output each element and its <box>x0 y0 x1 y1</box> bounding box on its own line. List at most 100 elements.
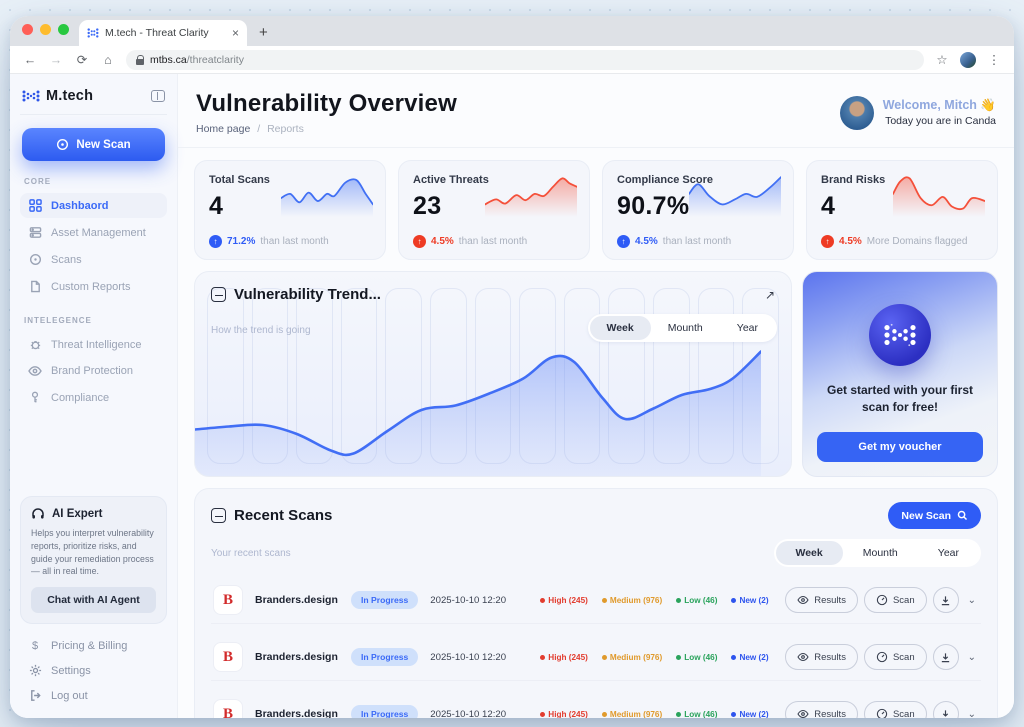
url-host: mtbs.ca <box>150 54 187 66</box>
chevron-down-icon[interactable]: ⌄ <box>965 709 979 719</box>
scan-row: B Branders.design In Progress 2025-10-10… <box>211 634 981 681</box>
stat-card-compliance-score[interactable]: Compliance Score 90.7% ↑ 4.5%than last m… <box>602 160 794 260</box>
download-button[interactable] <box>933 644 959 670</box>
tab-month[interactable]: Mounth <box>843 541 918 565</box>
tab-week[interactable]: Week <box>776 541 843 565</box>
welcome-text: Welcome, Mitch <box>883 98 977 112</box>
chevron-down-icon[interactable]: ⌄ <box>965 595 979 606</box>
chat-with-ai-button[interactable]: Chat with AI Agent <box>31 587 156 613</box>
browser-profile-avatar[interactable] <box>960 52 976 68</box>
close-window-button[interactable] <box>22 24 33 35</box>
arrow-up-icon: ↑ <box>821 235 834 248</box>
site-name: Branders.design <box>255 708 351 718</box>
section-icon <box>211 287 226 302</box>
sidebar-item-logout[interactable]: Log out <box>20 683 167 708</box>
download-icon <box>940 652 951 663</box>
severity-new: New (2) <box>731 596 768 605</box>
home-icon[interactable]: ⌂ <box>100 53 116 67</box>
eye-icon <box>797 709 809 718</box>
sidebar-item-settings[interactable]: Settings <box>20 658 167 683</box>
wave-emoji: 👋 <box>980 98 996 112</box>
location-text: Today you are in Canda <box>883 115 996 127</box>
results-button[interactable]: Results <box>785 701 858 718</box>
ai-expert-card: AI Expert Helps you interpret vulnerabil… <box>20 496 167 624</box>
tab-year[interactable]: Year <box>918 541 979 565</box>
gauge-icon <box>876 708 888 718</box>
gauge-icon <box>876 651 888 663</box>
scan-date: 2025-10-10 12:20 <box>430 595 522 606</box>
browser-tab[interactable]: M.tech - Threat Clarity × <box>79 20 247 46</box>
sidebar-item-scans[interactable]: Scans <box>20 247 167 272</box>
sidebar-item-pricing-billing[interactable]: $ Pricing & Billing <box>20 634 167 658</box>
compliance-score-sparkline <box>689 175 781 217</box>
favicon-icon <box>87 27 99 39</box>
forward-icon[interactable]: → <box>48 53 64 67</box>
eye-icon <box>797 595 809 605</box>
active-threats-sparkline <box>485 175 577 217</box>
section-icon <box>211 508 226 523</box>
ai-expert-description: Helps you interpret vulnerability report… <box>31 527 156 578</box>
chevron-down-icon[interactable]: ⌄ <box>965 652 979 663</box>
download-button[interactable] <box>933 587 959 613</box>
mtech-orb-logo-icon <box>869 304 931 366</box>
eye-icon <box>797 652 809 662</box>
user-avatar[interactable] <box>840 96 874 130</box>
site-logo: B <box>213 642 243 672</box>
brand-risks-sparkline <box>893 175 985 217</box>
breadcrumb-home[interactable]: Home page <box>196 123 250 135</box>
sidebar-item-threat-intelligence[interactable]: Threat Intelligence <box>20 332 167 357</box>
section-label-intelligence: INTELEGENCE <box>24 316 163 325</box>
new-scan-button[interactable]: New Scan <box>22 128 165 161</box>
scan-row: B Branders.design In Progress 2025-10-10… <box>211 577 981 624</box>
new-scan-button-secondary[interactable]: New Scan <box>888 502 981 529</box>
minimize-window-button[interactable] <box>40 24 51 35</box>
reload-icon[interactable]: ⟳ <box>74 52 90 67</box>
scan-button[interactable]: Scan <box>864 701 927 718</box>
get-voucher-button[interactable]: Get my voucher <box>817 432 983 462</box>
severity-high: High (245) <box>540 710 588 719</box>
scan-button[interactable]: Scan <box>864 644 927 670</box>
stat-card-active-threats[interactable]: Active Threats 23 ↑ 4.5%than last month <box>398 160 590 260</box>
headphones-icon <box>31 507 45 520</box>
lock-icon <box>136 55 144 65</box>
browser-address-bar: ← → ⟳ ⌂ mtbs.ca/threatclarity ☆ ⋮ <box>10 46 1014 74</box>
site-logo: B <box>213 699 243 718</box>
sidebar-item-compliance[interactable]: Compliance <box>20 385 167 410</box>
recent-period-tabs: Week Mounth Year <box>774 539 982 567</box>
back-icon[interactable]: ← <box>22 53 38 67</box>
main-content: Vulnerability Overview Home page / Repor… <box>178 74 1014 718</box>
severity-new: New (2) <box>731 710 768 719</box>
expand-icon[interactable]: ↗ <box>765 288 775 302</box>
new-tab-button[interactable]: + <box>259 24 268 46</box>
severity-medium: Medium (976) <box>602 710 662 719</box>
results-button[interactable]: Results <box>785 587 858 613</box>
download-button[interactable] <box>933 701 959 718</box>
browser-tab-strip: M.tech - Threat Clarity × + <box>10 16 1014 46</box>
stat-card-brand-risks[interactable]: Brand Risks 4 ↑ 4.5%More Domains flagged <box>806 160 998 260</box>
bookmark-icon[interactable]: ☆ <box>934 52 950 67</box>
url-bar[interactable]: mtbs.ca/threatclarity <box>126 50 924 70</box>
download-icon <box>940 709 951 719</box>
sidebar-item-custom-reports[interactable]: Custom Reports <box>20 274 167 299</box>
scan-date: 2025-10-10 12:20 <box>430 652 522 663</box>
tab-close-icon[interactable]: × <box>232 26 239 40</box>
section-label-core: CORE <box>24 177 163 186</box>
site-logo: B <box>213 585 243 615</box>
sidebar-collapse-icon[interactable] <box>151 90 165 102</box>
results-button[interactable]: Results <box>785 644 858 670</box>
severity-low: Low (46) <box>676 596 717 605</box>
trend-title: Vulnerability Trend... <box>234 286 381 303</box>
zoom-window-button[interactable] <box>58 24 69 35</box>
sidebar-item-asset-management[interactable]: Asset Management <box>20 220 167 245</box>
sidebar-item-dashboard[interactable]: Dashbaord <box>20 193 167 218</box>
tab-title: M.tech - Threat Clarity <box>105 27 226 39</box>
stats-row: Total Scans 4 ↑ 71.2%than last month Act… <box>194 160 998 260</box>
gear-icon <box>28 664 42 677</box>
file-icon <box>28 280 42 293</box>
browser-menu-icon[interactable]: ⋮ <box>986 52 1002 67</box>
sidebar-item-brand-protection[interactable]: Brand Protection <box>20 359 167 383</box>
scan-button[interactable]: Scan <box>864 587 927 613</box>
arrow-up-icon: ↑ <box>413 235 426 248</box>
stat-card-total-scans[interactable]: Total Scans 4 ↑ 71.2%than last month <box>194 160 386 260</box>
gauge-icon <box>876 594 888 606</box>
